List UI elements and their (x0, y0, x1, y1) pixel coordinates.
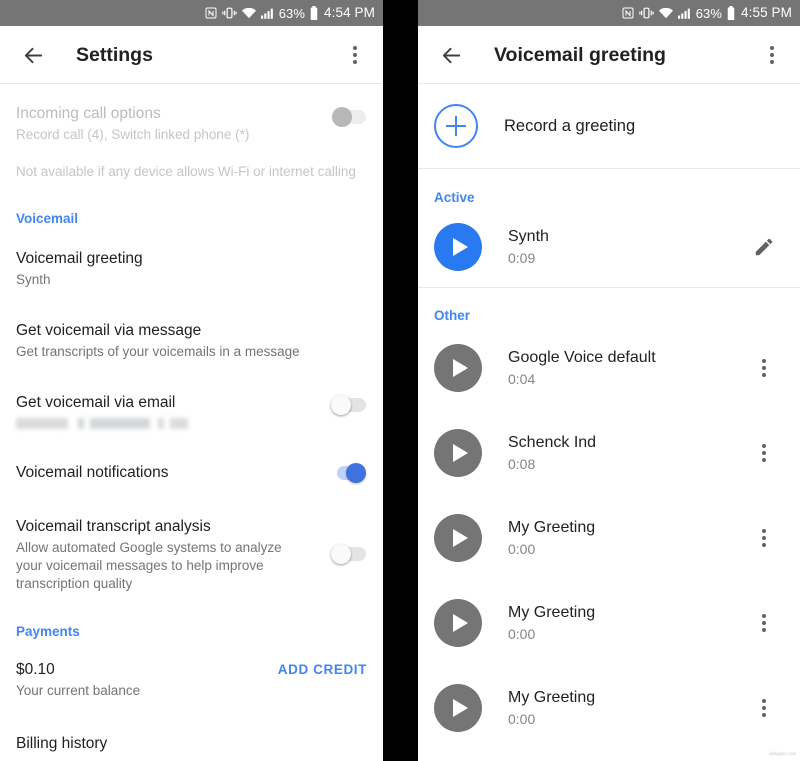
row-get-voicemail-via-email[interactable]: Get voicemail via email (0, 361, 383, 429)
wifi-icon (241, 7, 256, 19)
play-icon[interactable] (434, 428, 482, 477)
greeting-row-synth[interactable]: Synth 0:09 (418, 207, 800, 287)
row-subtitle: Allow automated Google systems to analyz… (16, 540, 282, 591)
more-vert-icon[interactable] (744, 346, 784, 390)
row-voicemail-greeting[interactable]: Voicemail greeting Synth (0, 228, 383, 289)
balance-amount: $0.10 (16, 661, 55, 678)
app-bar-right: Voicemail greeting (418, 26, 800, 84)
clock-label-right: 4:55 PM (741, 5, 792, 21)
note-not-available: Not available if any device allows Wi-Fi… (16, 164, 356, 179)
plus-circle-icon (434, 104, 478, 148)
row-title: Voicemail notifications (16, 464, 169, 481)
toggle-get-voicemail-via-email[interactable] (331, 394, 367, 416)
greeting-duration: 0:00 (508, 710, 536, 727)
record-a-greeting-button[interactable]: Record a greeting (418, 84, 800, 168)
toggle-voicemail-transcript-analysis[interactable] (331, 543, 367, 565)
balance-caption: Your current balance (16, 683, 141, 698)
row-get-voicemail-via-message[interactable]: Get voicemail via message Get transcript… (0, 289, 383, 361)
right-phone-screen: 63% 4:55 PM Voicemail greeting Record a … (418, 0, 800, 761)
dual-screenshot-container: 63% 4:54 PM Settings Incoming call optio… (0, 0, 800, 761)
row-subtitle: Record call (4), Switch linked phone (*) (16, 127, 250, 142)
nfc-icon (205, 7, 217, 19)
row-subtitle: Synth (16, 272, 51, 287)
more-vert-icon[interactable] (752, 33, 792, 77)
greeting-name: Google Voice default (508, 348, 656, 366)
battery-percent-label: 63% (278, 5, 306, 21)
vibrate-icon (638, 7, 654, 19)
row-title: Billing history (16, 735, 108, 752)
toggle-incoming-call-options[interactable] (331, 106, 367, 128)
page-title: Settings (76, 43, 153, 66)
redacted-email-value (16, 418, 188, 429)
greeting-name: My Greeting (508, 603, 596, 621)
greeting-duration: 0:08 (508, 455, 536, 472)
greeting-row-my-greeting-2[interactable]: My Greeting 0:00 (418, 580, 800, 665)
more-vert-icon[interactable] (744, 686, 784, 730)
battery-icon (310, 6, 318, 20)
record-a-greeting-label: Record a greeting (504, 116, 636, 135)
row-billing-history[interactable]: Billing history (0, 700, 383, 754)
row-title: Get voicemail via email (16, 394, 176, 411)
section-header-payments: Payments (16, 624, 80, 639)
play-icon[interactable] (434, 683, 482, 732)
row-subtitle: Get transcripts of your voicemails in a … (16, 344, 300, 359)
row-balance: $0.10 Your current balance ADD CREDIT (0, 641, 383, 700)
clock-label-left: 4:54 PM (324, 5, 375, 21)
greeting-duration: 0:04 (508, 370, 536, 387)
row-voicemail-transcript-analysis[interactable]: Voicemail transcript analysis Allow auto… (0, 484, 383, 593)
panel-divider (383, 0, 418, 761)
greeting-row-schenck-ind[interactable]: Schenck Ind 0:08 (418, 410, 800, 495)
left-settings-list: Incoming call options Record call (4), S… (0, 84, 383, 761)
signal-icon (677, 8, 691, 19)
greeting-name: My Greeting (508, 518, 596, 536)
play-icon[interactable] (434, 598, 482, 647)
more-vert-icon[interactable] (335, 33, 375, 77)
greeting-row-my-greeting-1[interactable]: My Greeting 0:00 (418, 495, 800, 580)
row-title: Get voicemail via message (16, 322, 202, 339)
back-arrow-icon[interactable] (432, 36, 470, 74)
more-vert-icon[interactable] (744, 516, 784, 560)
app-bar-left: Settings (0, 26, 383, 84)
more-vert-icon[interactable] (744, 601, 784, 645)
pencil-icon[interactable] (744, 225, 784, 269)
more-vert-icon[interactable] (744, 431, 784, 475)
greeting-name: Schenck Ind (508, 433, 597, 451)
play-icon[interactable] (434, 223, 482, 271)
back-arrow-icon[interactable] (14, 36, 52, 74)
vibrate-icon (221, 7, 237, 19)
nfc-icon (622, 7, 634, 19)
row-voicemail-notifications[interactable]: Voicemail notifications (0, 429, 383, 484)
row-title: Voicemail greeting (16, 250, 143, 267)
battery-icon (727, 6, 735, 20)
watermark-label: wikigain.com (769, 751, 796, 756)
greeting-name: My Greeting (508, 688, 596, 706)
section-header-other: Other (434, 308, 471, 323)
status-bar-right: 63% 4:55 PM (418, 0, 800, 26)
row-title: Voicemail transcript analysis (16, 518, 211, 535)
greeting-duration: 0:09 (508, 250, 536, 266)
wifi-icon (658, 7, 673, 19)
greeting-row-my-greeting-3[interactable]: My Greeting 0:00 (418, 665, 800, 750)
greeting-name: Synth (508, 228, 549, 245)
add-credit-button[interactable]: ADD CREDIT (278, 660, 367, 677)
section-header-voicemail: Voicemail (16, 211, 79, 226)
signal-icon (260, 8, 274, 19)
row-auto-recharge[interactable]: Auto-recharge (0, 754, 383, 761)
toggle-voicemail-notifications[interactable] (331, 462, 367, 484)
section-header-active: Active (434, 190, 475, 205)
status-bar-left: 63% 4:54 PM (0, 0, 383, 26)
row-incoming-call-options[interactable]: Incoming call options Record call (4), S… (0, 84, 383, 144)
row-title: Incoming call options (16, 105, 161, 122)
play-icon[interactable] (434, 513, 482, 562)
greeting-list: Record a greeting Active Synth 0:09 Othe… (418, 84, 800, 750)
battery-percent-label: 63% (695, 5, 723, 21)
play-icon[interactable] (434, 343, 482, 392)
page-title: Voicemail greeting (494, 43, 666, 66)
greeting-duration: 0:00 (508, 625, 536, 642)
greeting-row-google-voice-default[interactable]: Google Voice default 0:04 (418, 325, 800, 410)
greeting-duration: 0:00 (508, 540, 536, 557)
left-phone-screen: 63% 4:54 PM Settings Incoming call optio… (0, 0, 383, 761)
